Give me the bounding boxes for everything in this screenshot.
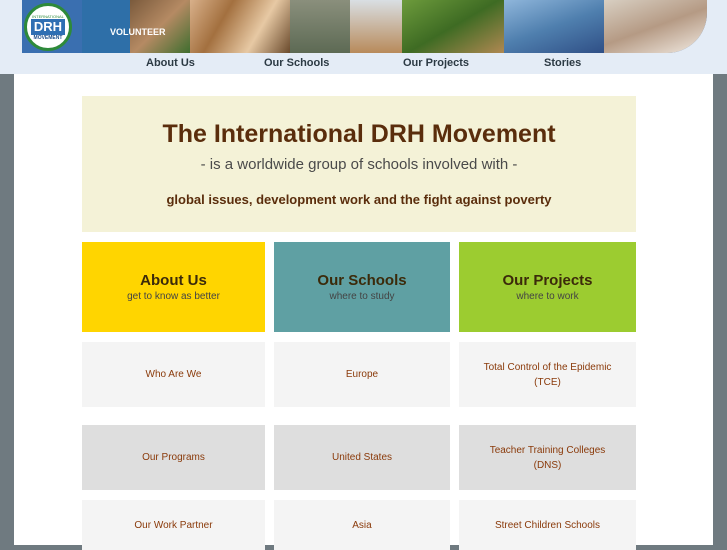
drh-logo[interactable]: INTERNATIONAL DRH MOVEMENT xyxy=(24,3,72,51)
tile-our-projects[interactable]: Our Projects where to work xyxy=(459,242,636,332)
banner-photo-portrait xyxy=(604,0,707,53)
link-street-children-schools[interactable]: Street Children Schools xyxy=(459,500,636,550)
tile-about-us[interactable]: About Us get to know as better xyxy=(82,242,265,332)
site-header: VOLUNTEER INTERNATIONAL DRH MOVEMENT Abo… xyxy=(0,0,727,74)
banner-photo-students xyxy=(190,0,290,53)
page-title: The International DRH Movement xyxy=(162,120,556,148)
nav-about-us[interactable]: About Us xyxy=(146,57,195,69)
banner-photo-village xyxy=(402,0,504,53)
link-tce[interactable]: Total Control of the Epidemic (TCE) xyxy=(459,342,636,407)
nav-stories[interactable]: Stories xyxy=(544,57,581,69)
main-content: The International DRH Movement - is a wo… xyxy=(14,74,713,550)
volunteer-label: VOLUNTEER xyxy=(110,27,166,37)
hero-box: The International DRH Movement - is a wo… xyxy=(82,96,636,232)
nav-our-schools[interactable]: Our Schools xyxy=(264,57,329,69)
nav-our-projects[interactable]: Our Projects xyxy=(403,57,469,69)
banner-photo-teacher xyxy=(350,0,402,53)
banner-photo-classroom xyxy=(290,0,350,53)
link-who-are-we[interactable]: Who Are We xyxy=(82,342,265,407)
photo-banner: VOLUNTEER xyxy=(22,0,707,53)
hero-subtitle: - is a worldwide group of schools involv… xyxy=(200,156,518,173)
link-united-states[interactable]: United States xyxy=(274,425,450,490)
hero-tagline: global issues, development work and the … xyxy=(166,192,552,207)
main-nav: About Us Our Schools Our Projects Storie… xyxy=(0,57,727,71)
tile-our-schools[interactable]: Our Schools where to study xyxy=(274,242,450,332)
link-europe[interactable]: Europe xyxy=(274,342,450,407)
link-our-programs[interactable]: Our Programs xyxy=(82,425,265,490)
link-asia[interactable]: Asia xyxy=(274,500,450,550)
link-our-work-partner[interactable]: Our Work Partner xyxy=(82,500,265,550)
banner-photo-school xyxy=(504,0,604,53)
link-dns[interactable]: Teacher Training Colleges (DNS) xyxy=(459,425,636,490)
